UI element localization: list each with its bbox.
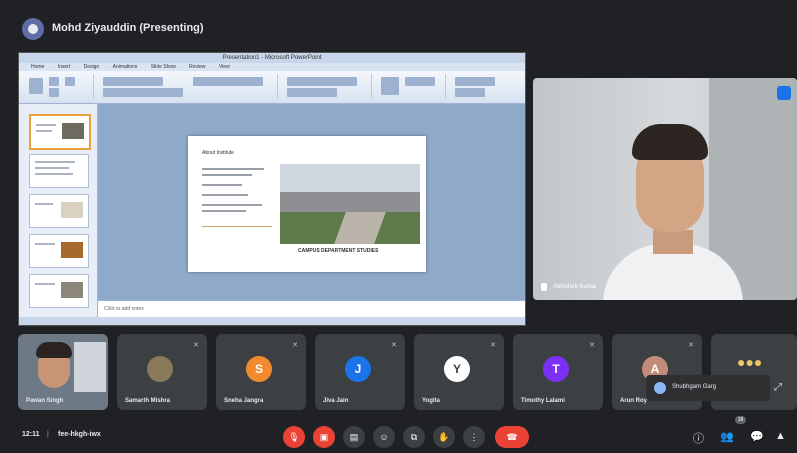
slide-heading: About Institute — [202, 150, 234, 156]
slide-thumbnails — [19, 104, 98, 317]
participant-tile[interactable]: ✕ Samarth Mishra — [117, 334, 207, 410]
presenting-label: Mohd Ziyauddin (Presenting) — [52, 22, 204, 34]
ppt-status-bar — [19, 317, 525, 325]
ppt-tab: View — [218, 64, 230, 70]
group-avatars-icon: ●●● — [737, 354, 763, 370]
top-bar: Mohd Ziyauddin (Presenting) — [0, 0, 797, 50]
participant-tile[interactable]: ✕ Y Yogita — [414, 334, 504, 410]
participant-tile[interactable]: ✕ S Sneha Jangra — [216, 334, 306, 410]
participant-name: Samarth Mishra — [125, 398, 171, 404]
mic-off-icon: ✕ — [193, 342, 199, 349]
participant-name: Sneha Jangra — [224, 398, 264, 404]
mic-icon — [541, 283, 547, 291]
participant-avatar: T — [543, 356, 569, 382]
slide-editing-area: About Institute CAMPUS DEPARTMENT STUDIE… — [98, 104, 525, 300]
expand-icon[interactable]: ⤢ — [774, 382, 782, 393]
slide-caption: CAMPUS DEPARTMENT STUDIES — [298, 248, 379, 254]
camera-toggle-button[interactable]: ▣ — [313, 426, 335, 448]
speaker-name: Abhishek Kumar — [553, 284, 598, 290]
more-options-button[interactable]: ⋮ — [463, 426, 485, 448]
captions-button[interactable]: ▤ — [343, 426, 365, 448]
participant-tile[interactable]: ✕ J Jiva Jain — [315, 334, 405, 410]
participant-name: Jiva Jain — [323, 398, 349, 404]
notes-placeholder: Click to add notes — [104, 306, 144, 312]
participant-avatar-icon — [654, 382, 666, 394]
activities-icon[interactable]: ▲ — [775, 430, 786, 442]
mic-off-icon: ✕ — [688, 342, 694, 349]
present-button[interactable]: ⧉ — [403, 426, 425, 448]
participant-avatar: J — [345, 356, 371, 382]
slide-thumbnail[interactable] — [29, 194, 89, 228]
shared-screen[interactable]: Presentation1 - Microsoft PowerPoint Hom… — [18, 52, 526, 326]
slide-thumbnail[interactable] — [29, 274, 89, 308]
info-icon[interactable]: ⓘ — [693, 430, 704, 446]
ppt-workspace: About Institute CAMPUS DEPARTMENT STUDIE… — [19, 104, 525, 318]
ppt-tab: Home — [31, 64, 45, 70]
participant-tile[interactable]: Pawan Singh — [18, 334, 108, 410]
ppt-tab: Animations — [112, 64, 138, 70]
ppt-ribbon — [19, 71, 525, 104]
participant-name: Timothy Lalami — [521, 398, 565, 404]
others-label-box[interactable]: Shubhgam Garg — [646, 375, 770, 401]
emoji-button[interactable]: ☺ — [373, 426, 395, 448]
mic-off-icon: ✕ — [292, 342, 298, 349]
participant-avatar: S — [246, 356, 272, 382]
ppt-window-title: Presentation1 - Microsoft PowerPoint — [19, 53, 525, 63]
mic-toggle-button[interactable]: 🎙 — [283, 426, 305, 448]
people-count-badge: 18 — [735, 416, 746, 424]
participant-name: Arun Roy — [620, 398, 647, 404]
meeting-time: 12:11 — [22, 431, 40, 438]
mic-off-icon: ✕ — [490, 342, 496, 349]
meeting-code: fee-hkgh-iwx — [58, 431, 101, 438]
mic-off-icon: ✕ — [589, 342, 595, 349]
participant-avatar: Y — [444, 356, 470, 382]
notes-pane[interactable]: Click to add notes — [98, 300, 525, 318]
campus-photo — [280, 164, 420, 244]
current-slide[interactable]: About Institute CAMPUS DEPARTMENT STUDIE… — [188, 136, 426, 272]
chat-icon[interactable]: 💬 — [750, 430, 764, 443]
participant-name: Yogita — [422, 398, 440, 404]
people-icon[interactable]: 👥 — [720, 430, 734, 443]
separator: | — [47, 431, 49, 438]
ppt-tab: Insert — [57, 64, 71, 70]
mic-off-icon: ✕ — [391, 342, 397, 349]
presenter-avatar — [22, 18, 44, 40]
participant-name: Pawan Singh — [26, 398, 64, 404]
slide-thumbnail[interactable] — [29, 154, 89, 188]
ppt-tab: Design — [83, 64, 100, 70]
speaking-indicator-icon — [777, 86, 791, 100]
participant-tile[interactable]: ✕ T Timothy Lalami — [513, 334, 603, 410]
slide-thumbnail[interactable] — [29, 114, 91, 150]
participant-avatar — [147, 356, 173, 382]
raise-hand-button[interactable]: ✋ — [433, 426, 455, 448]
control-bar: 12:11 | fee-hkgh-iwx 🎙 ▣ ▤ ☺ ⧉ ✋ ⋮ ☎ ⓘ 👥… — [0, 418, 797, 453]
slide-thumbnail[interactable] — [29, 234, 89, 268]
speaker-video-tile[interactable]: Abhishek Kumar — [533, 78, 797, 300]
leave-call-button[interactable]: ☎ — [495, 426, 529, 448]
others-label: Shubhgam Garg — [672, 384, 717, 390]
ppt-tab: Slide Show — [150, 64, 176, 70]
ppt-tab: Review — [189, 64, 206, 70]
ppt-ribbon-tabs: Home Insert Design Animations Slide Show… — [19, 63, 525, 71]
